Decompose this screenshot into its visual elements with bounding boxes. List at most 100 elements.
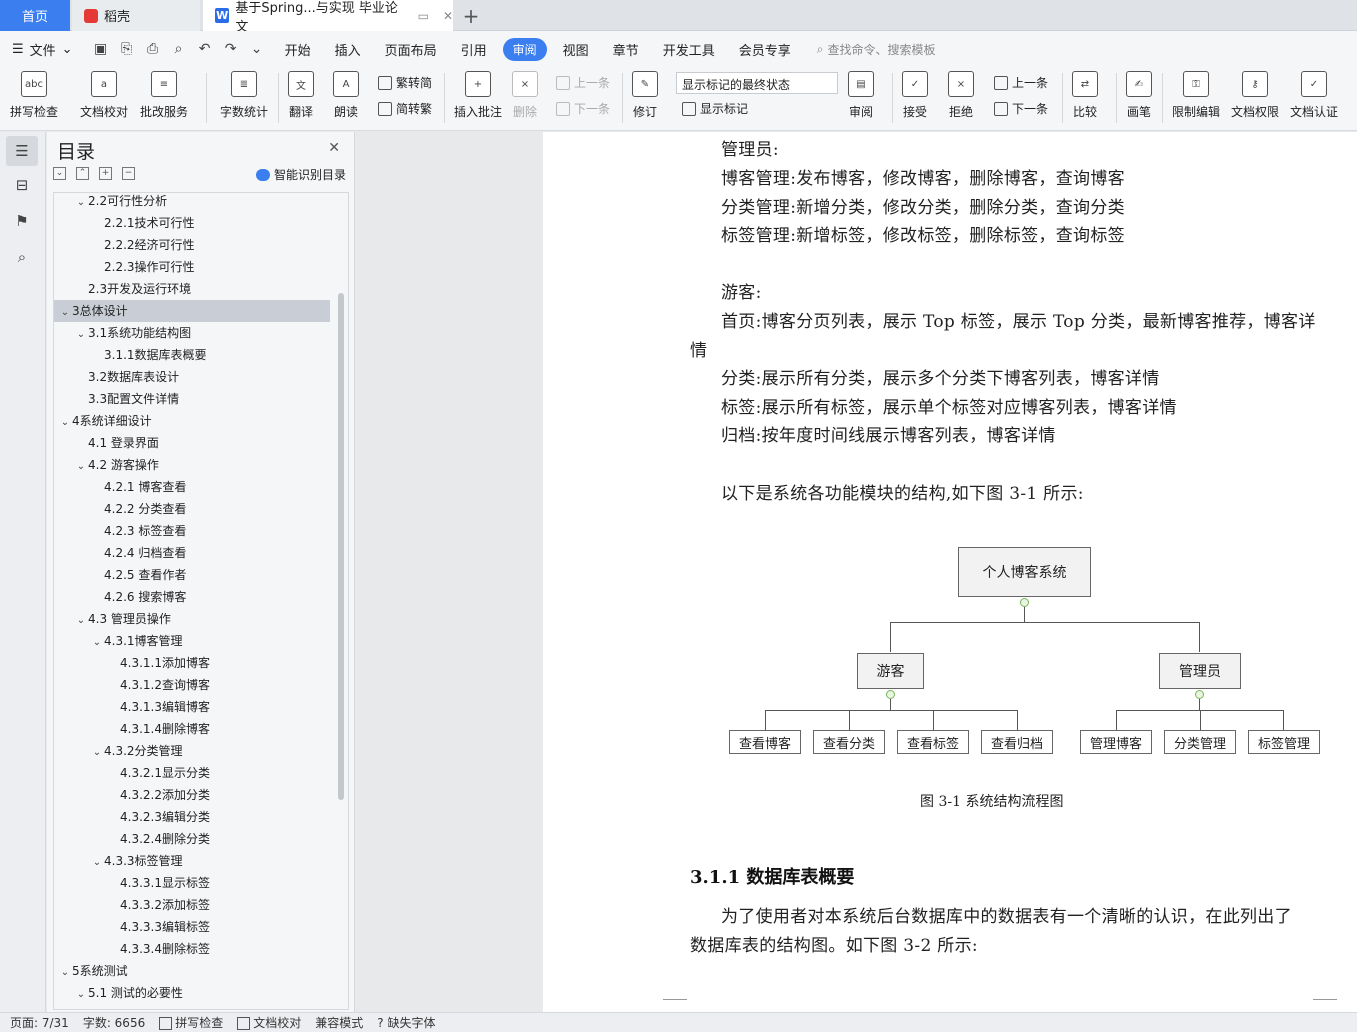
toc-panel-icon[interactable]: ☰ <box>6 136 38 166</box>
toc-item[interactable]: 4.2.1 博客查看 <box>54 476 330 498</box>
new-tab-button[interactable]: + <box>456 0 486 31</box>
status-doc-proof[interactable]: 文档校对 <box>237 1014 301 1031</box>
toc-item[interactable]: 4.2.2 分类查看 <box>54 498 330 520</box>
toc-item[interactable]: ⌄ 3.1系统功能结构图 <box>54 322 330 344</box>
next-comment-button[interactable]: 下一条 <box>556 100 610 117</box>
chevron-down-icon[interactable]: ⌄ <box>58 412 72 434</box>
toc-item[interactable]: 4.3.2.2添加分类 <box>54 784 330 806</box>
doc-proof-button[interactable]: a 文档校对 <box>80 71 128 120</box>
toc-item[interactable]: 4.3.1.1添加博客 <box>54 652 330 674</box>
menu-review[interactable]: 审阅 <box>502 37 547 61</box>
missing-font[interactable]: ? 缺失字体 <box>377 1014 435 1031</box>
show-markup-button[interactable]: 显示标记 <box>682 100 748 117</box>
t2s-button[interactable]: 繁转简 <box>378 74 432 91</box>
toc-item[interactable]: 2.2.3操作可行性 <box>54 256 330 278</box>
prev-change-button[interactable]: 上一条 <box>994 74 1048 91</box>
file-menu-button[interactable]: ☰ 文件 ⌄ <box>0 40 85 59</box>
prev-comment-button[interactable]: 上一条 <box>556 74 610 91</box>
chevron-down-icon[interactable]: ⌄ <box>58 962 72 984</box>
toc-item[interactable]: 3.3配置文件详情 <box>54 388 330 410</box>
export-icon[interactable]: ⎘ <box>119 41 135 57</box>
toc-item[interactable]: 2.3开发及运行环境 <box>54 278 330 300</box>
status-spell-check[interactable]: 拼写检查 <box>159 1014 223 1031</box>
bookmark-icon[interactable]: ⚑ <box>12 211 32 231</box>
read-aloud-button[interactable]: A 朗读 <box>333 71 359 120</box>
toc-item[interactable]: 4.3.3.1显示标签 <box>54 872 330 894</box>
toc-item[interactable]: 4.1 登录界面 <box>54 432 330 454</box>
chevron-down-icon[interactable]: ⌄ <box>74 984 88 1006</box>
spell-check-button[interactable]: abc 拼写检查 <box>10 71 58 120</box>
next-change-button[interactable]: 下一条 <box>994 100 1048 117</box>
toc-item[interactable]: ⌄ 5.1 测试的必要性 <box>54 982 330 1004</box>
translate-button[interactable]: 文翻译 <box>288 71 314 120</box>
more-chevron-icon[interactable]: ⌄ <box>249 41 265 57</box>
save-icon[interactable]: ▣ <box>93 41 109 57</box>
chevron-down-icon[interactable]: ⌄ <box>74 456 88 478</box>
delete-comment-button[interactable]: × 删除 <box>512 71 538 120</box>
add-heading-icon[interactable]: + <box>99 167 112 180</box>
redo-icon[interactable]: ↷ <box>223 41 239 57</box>
toc-item[interactable]: 4.3.1.3编辑博客 <box>54 696 330 718</box>
tab-close-icon[interactable]: ✕ <box>443 9 453 23</box>
doc-certify-button[interactable]: ✓ 文档认证 <box>1290 71 1338 120</box>
toc-item[interactable]: ⌄ 3总体设计 <box>54 300 330 322</box>
review-pane-button[interactable]: ▤ 审阅 <box>848 71 874 120</box>
batch-service-button[interactable]: ≡ 批改服务 <box>140 71 188 120</box>
toc-item[interactable]: 2.2.2经济可行性 <box>54 234 330 256</box>
command-search[interactable]: ⌕ 查找命令、搜索模板 <box>817 41 936 58</box>
toc-item[interactable]: 4.3.3.2添加标签 <box>54 894 330 916</box>
chevron-down-icon[interactable]: ⌄ <box>74 610 88 632</box>
accept-button[interactable]: ✓ 接受 <box>902 71 928 120</box>
toc-item[interactable]: ⌄ 4.3.1博客管理 <box>54 630 330 652</box>
chevron-down-icon[interactable]: ⌄ <box>74 193 88 214</box>
pen-button[interactable]: ✍ 画笔 <box>1126 71 1152 120</box>
menu-member[interactable]: 会员专享 <box>727 40 803 59</box>
close-icon[interactable]: ✕ <box>328 140 340 156</box>
toc-item[interactable]: 4.2.3 标签查看 <box>54 520 330 542</box>
toc-item[interactable]: 4.2.5 查看作者 <box>54 564 330 586</box>
markup-state-select[interactable]: 显示标记的最终状态 <box>676 72 838 94</box>
toc-item[interactable]: ⌄ 5系统测试 <box>54 960 330 982</box>
chevron-down-icon[interactable]: ⌄ <box>90 852 104 874</box>
menu-references[interactable]: 引用 <box>449 40 499 59</box>
find-icon[interactable]: ⌕ <box>12 247 32 267</box>
menu-insert[interactable]: 插入 <box>323 40 373 59</box>
remove-heading-icon[interactable]: − <box>122 167 135 180</box>
reject-button[interactable]: × 拒绝 <box>948 71 974 120</box>
print-icon[interactable]: ⎙ <box>145 41 161 57</box>
toc-item[interactable]: ⌄ 4.3.3标签管理 <box>54 850 330 872</box>
insert-comment-button[interactable]: + 插入批注 <box>454 71 502 120</box>
toc-item[interactable]: 3.1.1数据库表概要 <box>54 344 330 366</box>
chapter-nav-icon[interactable]: ⊟ <box>12 175 32 195</box>
doc-permission-button[interactable]: ⚷ 文档权限 <box>1231 71 1279 120</box>
menu-layout[interactable]: 页面布局 <box>373 40 449 59</box>
document-page[interactable]: 管理员: 博客管理:发布博客，修改博客，删除博客，查询博客 分类管理:新增分类，… <box>543 132 1357 1012</box>
menu-start[interactable]: 开始 <box>273 40 323 59</box>
chevron-down-icon[interactable]: ⌄ <box>58 302 72 324</box>
tab-document[interactable]: W 基于Spring...与实现 毕业论文 ▭ ✕ <box>203 0 453 35</box>
toc-item[interactable]: 3.2数据库表设计 <box>54 366 330 388</box>
toc-item[interactable]: 4.3.1.2查询博客 <box>54 674 330 696</box>
page-indicator[interactable]: 页面: 7/31 <box>10 1014 69 1031</box>
toc-item[interactable]: 4.3.2.1显示分类 <box>54 762 330 784</box>
smart-toc-button[interactable]: 智能识别目录 <box>255 166 346 183</box>
toc-item[interactable]: 4.3.1.4删除博客 <box>54 718 330 740</box>
toc-item[interactable]: ⌄ 4.3.2分类管理 <box>54 740 330 762</box>
tab-daoke[interactable]: 稻壳 <box>72 0 200 31</box>
s2t-button[interactable]: 简转繁 <box>378 100 432 117</box>
menu-view[interactable]: 视图 <box>551 40 601 59</box>
toc-item[interactable]: 2.2.1技术可行性 <box>54 212 330 234</box>
word-count-indicator[interactable]: 字数: 6656 <box>83 1014 145 1031</box>
tab-pin-icon[interactable]: ▭ <box>418 9 429 23</box>
revise-button[interactable]: ✎ 修订 <box>632 71 658 120</box>
tab-home[interactable]: 首页 <box>0 0 70 31</box>
toc-item[interactable]: ⌄ 4.3 管理员操作 <box>54 608 330 630</box>
restrict-edit-button[interactable]: ⚿ 限制编辑 <box>1172 71 1220 120</box>
toc-item[interactable]: 4.3.2.4删除分类 <box>54 828 330 850</box>
menu-chapter[interactable]: 章节 <box>601 40 651 59</box>
menu-developer[interactable]: 开发工具 <box>651 40 727 59</box>
toc-item[interactable]: 4.2.6 搜索博客 <box>54 586 330 608</box>
toc-item[interactable]: ⌄ 4系统详细设计 <box>54 410 330 432</box>
toc-item[interactable]: 4.3.2.3编辑分类 <box>54 806 330 828</box>
toc-scrollbar[interactable] <box>338 293 344 800</box>
